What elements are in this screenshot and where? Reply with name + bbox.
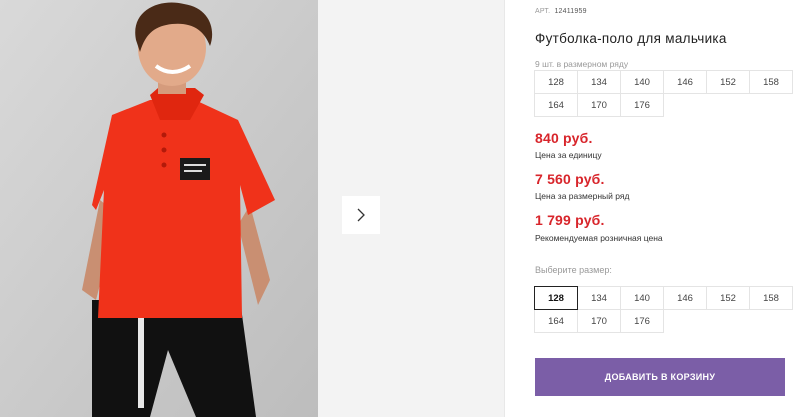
size-pack-cell: 146 — [663, 70, 707, 94]
size-option[interactable]: 152 — [706, 286, 750, 310]
unit-price-note: Цена за единицу — [535, 150, 602, 160]
product-title: Футболка-поло для мальчика — [535, 31, 727, 46]
size-pack-cell: 170 — [577, 93, 621, 117]
size-pack-cell: 140 — [620, 70, 664, 94]
add-to-cart-button[interactable]: ДОБАВИТЬ В КОРЗИНУ — [535, 358, 785, 396]
article-number: 12411959 — [554, 8, 587, 15]
size-pack-grid: 128 134 140 146 152 158 164 170 176 — [534, 70, 793, 117]
size-option[interactable]: 176 — [620, 309, 664, 333]
gallery-next-button[interactable] — [342, 196, 380, 234]
size-option[interactable]: 146 — [663, 286, 707, 310]
retail-price: 1 799 руб. — [535, 212, 605, 228]
size-pack-cell: 134 — [577, 70, 621, 94]
size-pack-label: 9 шт. в размерном ряду — [535, 59, 629, 69]
size-pack-cell: 176 — [620, 93, 664, 117]
article-label: АРТ. — [535, 8, 551, 15]
product-photo-image — [0, 0, 318, 417]
pack-price-note: Цена за размерный ряд — [535, 191, 630, 201]
panel-divider — [504, 0, 505, 417]
article-line: АРТ. 12411959 — [535, 8, 587, 15]
size-selector: 128 134 140 146 152 158 164 170 176 — [534, 286, 793, 333]
product-photo[interactable] — [0, 0, 318, 417]
size-option-selected[interactable]: 128 — [534, 286, 578, 310]
size-option[interactable]: 134 — [577, 286, 621, 310]
size-option[interactable]: 140 — [620, 286, 664, 310]
size-pack-cell: 128 — [534, 70, 578, 94]
size-pack-cell: 152 — [706, 70, 750, 94]
chevron-right-icon — [357, 208, 365, 222]
size-option[interactable]: 158 — [749, 286, 793, 310]
retail-price-note: Рекомендуемая розничная цена — [535, 233, 663, 243]
pack-price: 7 560 руб. — [535, 171, 605, 187]
choose-size-label: Выберите размер: — [535, 265, 612, 275]
size-pack-cell: 158 — [749, 70, 793, 94]
size-option[interactable]: 170 — [577, 309, 621, 333]
size-pack-cell: 164 — [534, 93, 578, 117]
size-option[interactable]: 164 — [534, 309, 578, 333]
unit-price: 840 руб. — [535, 130, 593, 146]
